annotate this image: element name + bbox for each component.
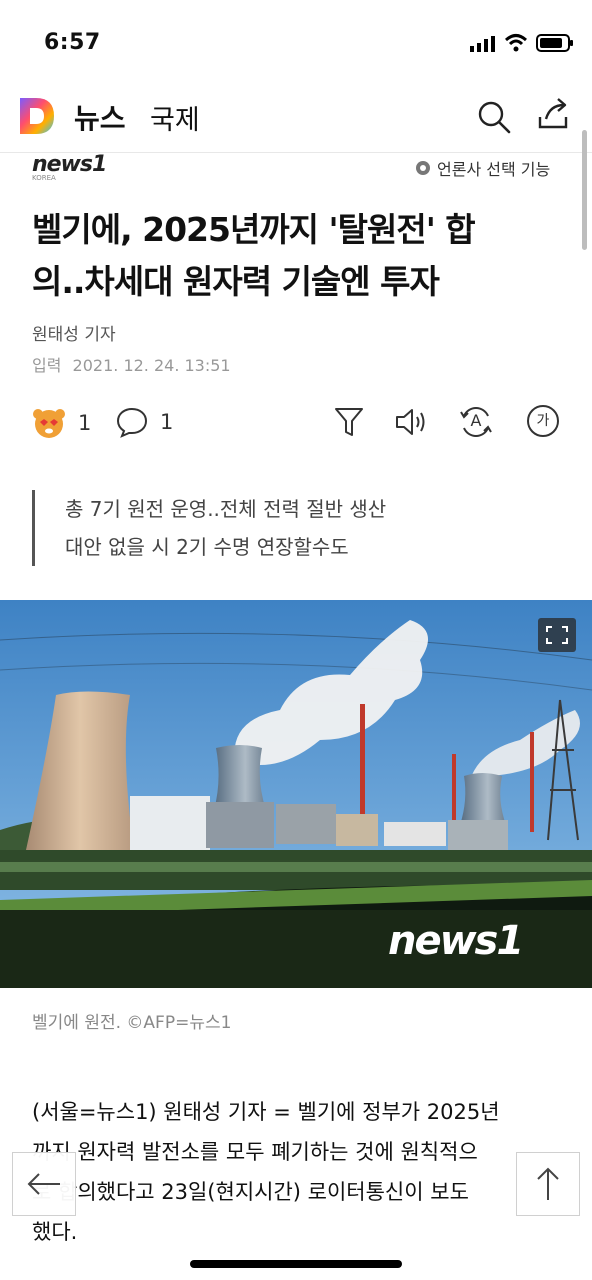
- reaction-count: 1: [78, 411, 92, 435]
- wifi-icon: [504, 34, 528, 52]
- article-headline: 벨기에, 2025년까지 '탈원전' 합 의..차세대 원자력 기술엔 투자: [32, 204, 562, 308]
- share-icon[interactable]: [536, 97, 572, 133]
- scrollbar[interactable]: [582, 130, 587, 250]
- body-line: 까지 원자력 발전소를 모두 폐기하는 것에 원칙적으: [32, 1140, 478, 1164]
- body-line: 로 합의했다고 23일(현지시간) 로이터통신이 보도: [32, 1180, 469, 1204]
- press-sub: KOREA: [32, 174, 56, 182]
- audio-icon[interactable]: [394, 406, 430, 438]
- expand-icon: [546, 626, 568, 644]
- article-body: (서울=뉴스1) 원태성 기자 = 벨기에 정부가 2025년 까지 원자력 발…: [32, 1092, 562, 1252]
- comment-icon: [116, 407, 148, 438]
- home-indicator[interactable]: [190, 1260, 402, 1268]
- daum-logo-icon[interactable]: [18, 96, 56, 136]
- headline-line-1: 벨기에, 2025년까지 '탈원전' 합: [32, 210, 476, 249]
- article-photo[interactable]: news1: [0, 600, 592, 988]
- comment-button[interactable]: 1: [116, 406, 173, 438]
- search-icon[interactable]: [476, 99, 512, 135]
- fullscreen-button[interactable]: [538, 618, 576, 652]
- page-title[interactable]: 뉴스: [74, 97, 126, 137]
- publish-date: 입력 2021. 12. 24. 13:51: [32, 352, 231, 376]
- arrow-left-icon: [27, 1173, 60, 1195]
- section-name[interactable]: 국제: [150, 98, 200, 137]
- date-value: 2021. 12. 24. 13:51: [72, 356, 231, 375]
- translate-button[interactable]: A: [458, 404, 494, 440]
- press-select-button[interactable]: 언론사 선택 기능: [414, 156, 550, 180]
- back-button[interactable]: [12, 1152, 76, 1216]
- arrow-up-icon: [537, 1167, 559, 1200]
- status-time: 6:57: [44, 30, 101, 55]
- signal-icon: [470, 36, 495, 52]
- filter-icon[interactable]: [334, 406, 364, 438]
- photo-caption: 벨기에 원전. ©AFP=뉴스1: [32, 1013, 232, 1033]
- press-logo[interactable]: news1 KOREA: [32, 152, 132, 182]
- body-line: 했다.: [32, 1220, 78, 1244]
- battery-icon: [536, 34, 573, 52]
- body-line: (서울=뉴스1) 원태성 기자 = 벨기에 정부가 2025년: [32, 1100, 500, 1124]
- article-summary: 총 7기 원전 운영..전체 전력 절반 생산 대안 없을 시 2기 수명 연장…: [32, 490, 585, 566]
- press-select-label: 언론사 선택 기능: [437, 160, 551, 179]
- status-bar: 6:57: [0, 0, 592, 80]
- reaction-button[interactable]: 1: [32, 406, 91, 440]
- translate-label: A: [470, 411, 482, 430]
- photo-watermark: news1: [388, 918, 524, 964]
- summary-line-2: 대안 없을 시 2기 수명 연장할수도: [65, 535, 349, 559]
- reaction-emoji-icon: [33, 409, 65, 438]
- comment-count: 1: [160, 410, 174, 434]
- gear-icon: [416, 161, 430, 175]
- reporter-name[interactable]: 원태성 기자: [32, 320, 116, 345]
- scroll-top-button[interactable]: [516, 1152, 580, 1216]
- headline-line-2: 의..차세대 원자력 기술엔 투자: [32, 262, 440, 301]
- font-size-button[interactable]: 가: [527, 405, 559, 437]
- date-label: 입력: [32, 356, 62, 375]
- summary-line-1: 총 7기 원전 운영..전체 전력 절반 생산: [65, 497, 387, 521]
